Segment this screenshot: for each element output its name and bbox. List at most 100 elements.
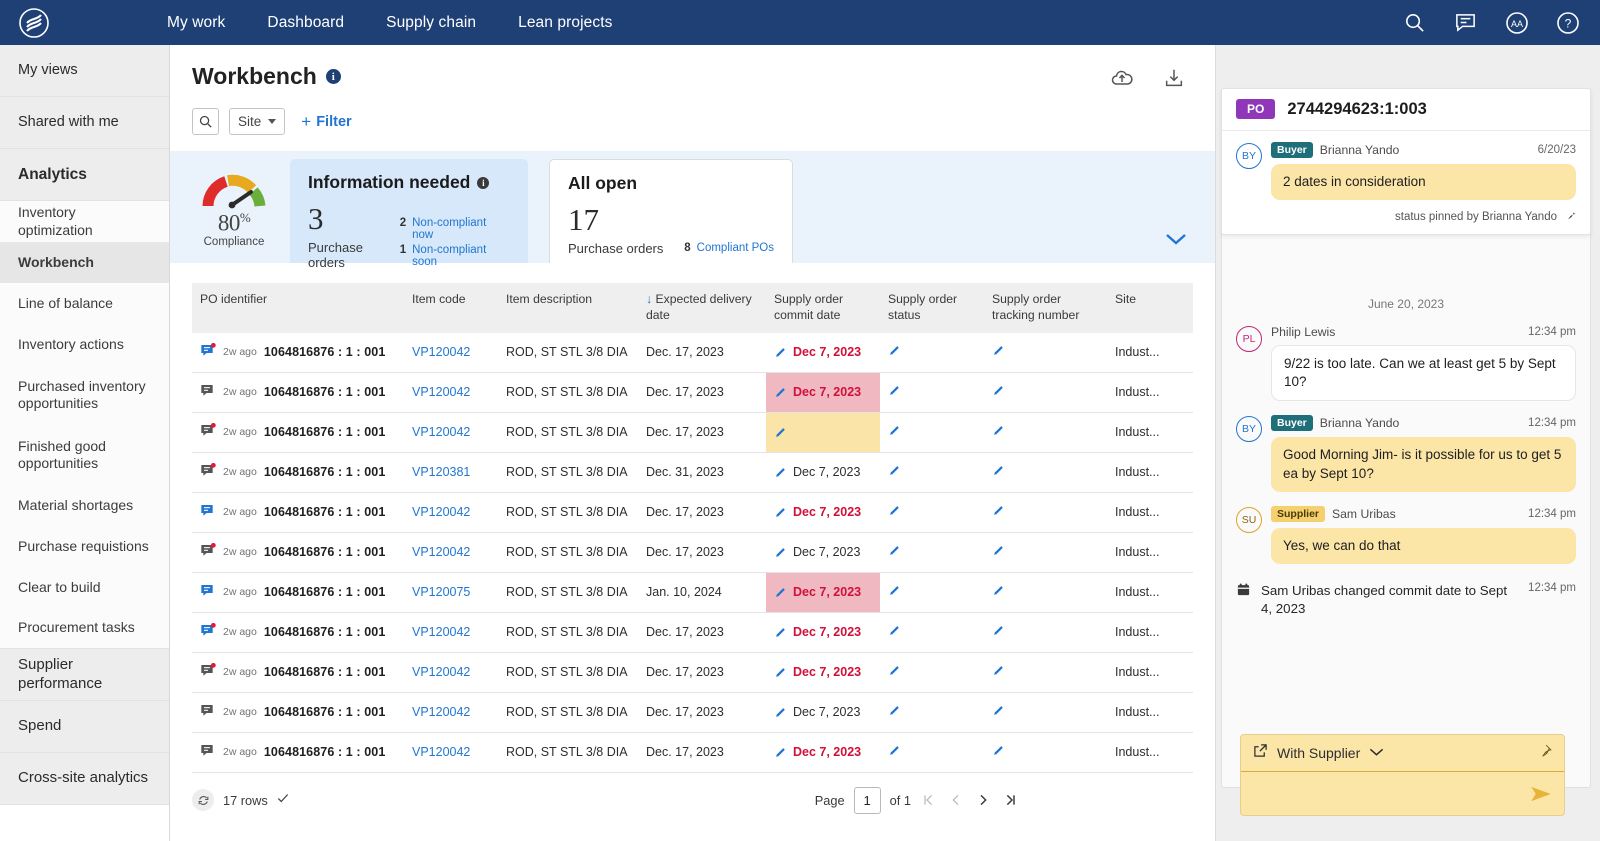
cell-item-code[interactable]: VP120042 — [404, 372, 498, 413]
item-code-link[interactable]: VP120042 — [412, 425, 470, 439]
cell-po-identifier[interactable]: 2w ago 1064816876 : 1 : 001 — [192, 652, 404, 693]
cell-supply-order-status[interactable] — [880, 452, 984, 493]
cell-supply-order-tracking-number[interactable] — [984, 612, 1107, 653]
cell-supply-order-status[interactable] — [880, 612, 984, 653]
col-expected-delivery-date[interactable]: ↓ Expected delivery date — [638, 283, 766, 333]
cell-item-code[interactable]: VP120042 — [404, 532, 498, 573]
nav-link-my-work[interactable]: My work — [167, 14, 225, 32]
kpi-link-non-compliant-now[interactable]: Non-compliant now — [412, 217, 510, 241]
last-page-icon[interactable] — [1001, 792, 1019, 808]
cell-supply-order-status[interactable] — [880, 332, 984, 373]
kpi-card-all-open[interactable]: All open 17 Purchase orders 8 Compliant … — [549, 159, 793, 263]
info-icon[interactable]: i — [325, 69, 341, 84]
sidebar-item-inventory-optimization[interactable]: Inventory optimization — [0, 201, 169, 242]
sidebar-item-purchased-inventory-opportunities[interactable]: Purchased inventory opportunities — [0, 365, 169, 425]
cell-po-identifier[interactable]: 2w ago 1064816876 : 1 : 001 — [192, 332, 404, 373]
cell-supply-order-tracking-number[interactable] — [984, 492, 1107, 533]
cell-po-identifier[interactable]: 2w ago 1064816876 : 1 : 001 — [192, 412, 404, 453]
col-site[interactable]: Site — [1107, 283, 1193, 333]
sidebar-item-cross-site-analytics[interactable]: Cross-site analytics — [0, 753, 169, 805]
check-icon[interactable] — [276, 791, 290, 810]
cell-supply-order-status[interactable] — [880, 692, 984, 733]
cell-supply-order-status[interactable] — [880, 732, 984, 773]
table-row[interactable]: 2w ago 1064816876 : 1 : 001 VP120042 ROD, S… — [192, 412, 1193, 453]
item-code-link[interactable]: VP120042 — [412, 345, 470, 359]
cell-supply-order-tracking-number[interactable] — [984, 692, 1107, 733]
item-code-link[interactable]: VP120042 — [412, 705, 470, 719]
table-row[interactable]: 2w ago 1064816876 : 1 : 001 VP120042 ROD, S… — [192, 692, 1193, 733]
cell-supply-order-status[interactable] — [880, 372, 984, 413]
chat-blue-icon[interactable] — [200, 583, 216, 602]
nav-link-lean-projects[interactable]: Lean projects — [518, 14, 612, 32]
sidebar-item-finished-good-opportunities[interactable]: Finished good opportunities — [0, 425, 169, 485]
cell-supply-order-status[interactable] — [880, 412, 984, 453]
col-supply-order-commit-date[interactable]: Supply order commit date — [766, 283, 880, 333]
chat-gray-alert-icon[interactable] — [200, 662, 216, 682]
chat-gray-icon[interactable] — [200, 383, 216, 402]
nav-link-supply-chain[interactable]: Supply chain — [386, 14, 476, 32]
chat-gray-alert-icon[interactable] — [200, 462, 216, 482]
col-item-code[interactable]: Item code — [404, 283, 498, 333]
pin-icon[interactable] — [1564, 209, 1576, 224]
chat-gray-icon[interactable] — [200, 743, 216, 762]
first-page-icon[interactable] — [920, 792, 938, 808]
item-code-link[interactable]: VP120042 — [412, 745, 470, 759]
composer-audience-label[interactable]: With Supplier — [1277, 745, 1360, 761]
sidebar-item-my-views[interactable]: My views — [0, 45, 169, 97]
chevron-down-icon[interactable] — [1369, 744, 1384, 762]
table-row[interactable]: 2w ago 1064816876 : 1 : 001 VP120381 ROD, S… — [192, 452, 1193, 493]
cell-supply-order-commit-date[interactable]: Dec 7, 2023 — [766, 732, 880, 773]
item-code-link[interactable]: VP120042 — [412, 545, 470, 559]
sidebar-item-inventory-actions[interactable]: Inventory actions — [0, 324, 169, 365]
table-row[interactable]: 2w ago 1064816876 : 1 : 001 VP120042 ROD, S… — [192, 372, 1193, 413]
table-row[interactable]: 2w ago 1064816876 : 1 : 001 VP120042 ROD, S… — [192, 732, 1193, 773]
cell-item-code[interactable]: VP120042 — [404, 652, 498, 693]
cell-po-identifier[interactable]: 2w ago 1064816876 : 1 : 001 — [192, 492, 404, 533]
table-row[interactable]: 2w ago 1064816876 : 1 : 001 VP120042 ROD, S… — [192, 532, 1193, 573]
item-code-link[interactable]: VP120042 — [412, 625, 470, 639]
refresh-icon[interactable] — [192, 789, 214, 812]
sidebar-item-procurement-tasks[interactable]: Procurement tasks — [0, 608, 169, 649]
next-page-icon[interactable] — [974, 792, 992, 808]
kpi-link-compliant-pos[interactable]: Compliant POs — [697, 242, 774, 254]
cell-supply-order-commit-date[interactable]: Dec 7, 2023 — [766, 492, 880, 533]
site-filter-dropdown[interactable]: Site — [229, 108, 286, 135]
cell-supply-order-status[interactable] — [880, 532, 984, 573]
table-row[interactable]: 2w ago 1064816876 : 1 : 001 VP120075 ROD, S… — [192, 572, 1193, 613]
sidebar-item-spend[interactable]: Spend — [0, 701, 169, 753]
chat-blue-alert-icon[interactable] — [200, 622, 216, 642]
cell-supply-order-status[interactable] — [880, 652, 984, 693]
cell-po-identifier[interactable]: 2w ago 1064816876 : 1 : 001 — [192, 612, 404, 653]
table-row[interactable]: 2w ago 1064816876 : 1 : 001 VP120042 ROD, S… — [192, 652, 1193, 693]
item-code-link[interactable]: VP120042 — [412, 385, 470, 399]
cell-supply-order-commit-date[interactable]: Dec 7, 2023 — [766, 332, 880, 373]
table-row[interactable]: 2w ago 1064816876 : 1 : 001 VP120042 ROD, S… — [192, 612, 1193, 653]
table-row[interactable]: 2w ago 1064816876 : 1 : 001 VP120042 ROD, S… — [192, 332, 1193, 373]
cell-po-identifier[interactable]: 2w ago 1064816876 : 1 : 001 — [192, 692, 404, 733]
cell-supply-order-status[interactable] — [880, 492, 984, 533]
cell-item-code[interactable]: VP120042 — [404, 732, 498, 773]
kpi-card-information-needed[interactable]: Information needed i 3 Purchase orders 2… — [290, 159, 528, 270]
sidebar-item-line-of-balance[interactable]: Line of balance — [0, 283, 169, 324]
cell-supply-order-tracking-number[interactable] — [984, 652, 1107, 693]
cell-supply-order-tracking-number[interactable] — [984, 412, 1107, 453]
cell-supply-order-commit-date[interactable] — [766, 412, 880, 453]
chat-gray-alert-icon[interactable] — [200, 422, 216, 442]
cloud-upload-icon[interactable] — [1109, 65, 1135, 91]
cell-supply-order-commit-date[interactable]: Dec 7, 2023 — [766, 452, 880, 493]
cell-item-code[interactable]: VP120381 — [404, 452, 498, 493]
table-row[interactable]: 2w ago 1064816876 : 1 : 001 VP120042 ROD, S… — [192, 492, 1193, 533]
chat-icon[interactable] — [1453, 10, 1478, 35]
cell-item-code[interactable]: VP120042 — [404, 492, 498, 533]
cell-supply-order-commit-date[interactable]: Dec 7, 2023 — [766, 612, 880, 653]
nav-link-dashboard[interactable]: Dashboard — [267, 14, 344, 32]
cell-supply-order-commit-date[interactable]: Dec 7, 2023 — [766, 652, 880, 693]
cell-supply-order-commit-date[interactable]: Dec 7, 2023 — [766, 572, 880, 613]
cell-supply-order-tracking-number[interactable] — [984, 372, 1107, 413]
cell-item-code[interactable]: VP120042 — [404, 332, 498, 373]
cell-supply-order-tracking-number[interactable] — [984, 572, 1107, 613]
cell-supply-order-tracking-number[interactable] — [984, 732, 1107, 773]
cell-supply-order-tracking-number[interactable] — [984, 332, 1107, 373]
item-code-link[interactable]: VP120042 — [412, 665, 470, 679]
sidebar-item-shared-with-me[interactable]: Shared with me — [0, 97, 169, 149]
